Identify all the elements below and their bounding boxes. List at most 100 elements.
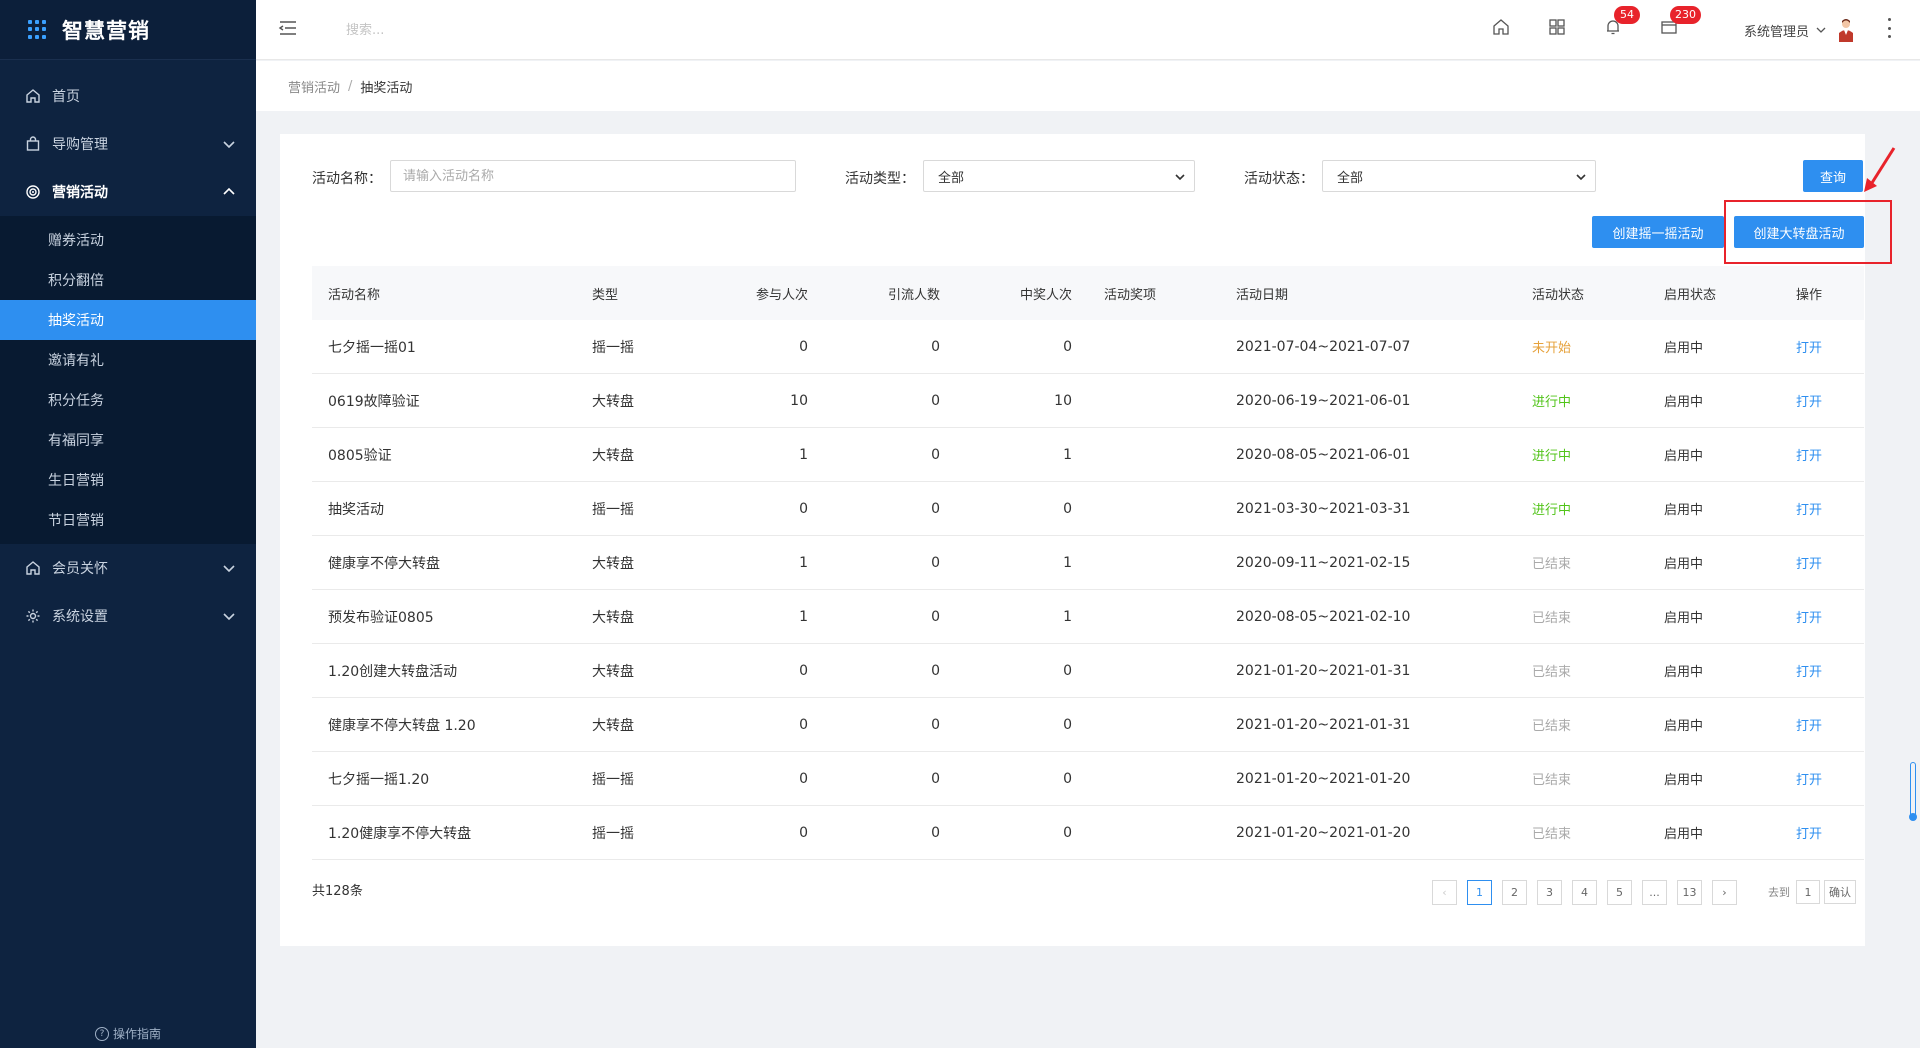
pagination: ‹ 1 2 3 4 5 ... 13 › [1432,880,1747,905]
user-menu[interactable]: 系统管理员 [1744,18,1855,42]
breadcrumb-parent[interactable]: 营销活动 [288,77,340,96]
prev-page-button[interactable]: ‹ [1432,880,1457,905]
table-row: 1.20健康享不停大转盘 摇一摇 0 0 0 2021-01-20~2021-01-20 已… [312,806,1864,860]
cell-participants: 1 [799,554,808,571]
grid-logo-icon [28,19,48,40]
open-link[interactable]: 打开 [1780,823,1864,842]
bell-icon[interactable]: 54 [1604,6,1640,38]
cell-name: 1.20创建大转盘活动 [328,663,458,680]
activity-type-value: 全部 [938,170,965,186]
sidebar-item-coupon[interactable]: 赠券活动 [0,220,256,260]
gear-icon [24,607,42,625]
home-icon [24,559,42,577]
cell-date: 2021-01-20~2021-01-31 [1236,662,1411,679]
page-button[interactable]: 13 [1677,880,1702,905]
column-header: 参与人次 [755,287,808,303]
cell-winners: 10 [1054,392,1072,409]
open-link[interactable]: 打开 [1780,715,1864,734]
open-link[interactable]: 打开 [1780,445,1864,464]
sidebar-item-marketing[interactable]: 营销活动 [0,168,256,216]
page-button[interactable]: 2 [1502,880,1527,905]
avatar [1839,19,1854,42]
more-options-icon[interactable] [1886,18,1892,38]
open-link[interactable]: 打开 [1780,607,1864,626]
message-icon[interactable]: 230 [1660,6,1701,38]
page-button[interactable]: 4 [1572,880,1597,905]
cell-participants: 1 [799,608,808,625]
page-button[interactable]: 1 [1467,880,1492,905]
cell-type: 摇一摇 [592,771,634,788]
sidebar-item-label: 营销活动 [52,185,108,201]
status-badge: 已结束 [1532,611,1572,626]
query-button[interactable]: 查询 [1803,160,1863,192]
sidebar-item-member-care[interactable]: 会员关怀 [0,544,256,592]
activity-name-input[interactable] [390,160,796,192]
cell-winners: 0 [1063,338,1072,355]
breadcrumb-current: 抽奖活动 [360,80,413,96]
sidebar-item-home[interactable]: 首页 [0,72,256,120]
cell-date: 2020-06-19~2021-06-01 [1236,392,1411,409]
cell-winners: 0 [1063,716,1072,733]
open-link[interactable]: 打开 [1780,553,1864,572]
cell-date: 2020-08-05~2021-02-10 [1236,608,1411,625]
cell-date: 2020-08-05~2021-06-01 [1236,446,1411,463]
cell-enabled: 启用中 [1664,611,1704,626]
goto-confirm-button[interactable]: 确认 [1824,880,1856,904]
goto-page-input[interactable]: 1 [1796,880,1820,904]
open-link[interactable]: 打开 [1780,661,1864,680]
apps-grid-icon[interactable] [1548,18,1568,38]
open-link[interactable]: 打开 [1780,769,1864,788]
status-badge: 已结束 [1532,719,1572,734]
target-icon [24,183,42,201]
activity-status-select[interactable]: 全部 [1322,160,1596,192]
cell-leads: 0 [931,554,940,571]
column-header: 引流人数 [887,287,940,303]
sidebar-item-share[interactable]: 有福同享 [0,420,256,460]
page-button[interactable]: 5 [1607,880,1632,905]
sidebar-item-invite[interactable]: 邀请有礼 [0,340,256,380]
app-logo[interactable]: 智慧营销 [0,0,256,60]
open-link[interactable]: 打开 [1780,391,1864,410]
cell-winners: 0 [1063,770,1072,787]
home-icon [24,87,42,105]
page-button[interactable]: 3 [1537,880,1562,905]
sidebar-item-points-task[interactable]: 积分任务 [0,380,256,420]
search-input[interactable] [346,20,546,40]
total-count: 共128条 [312,884,363,899]
sidebar-item-label: 系统设置 [52,609,108,625]
breadcrumb-separator: / [348,78,353,94]
sidebar-item-holiday[interactable]: 节日营销 [0,500,256,540]
status-badge: 已结束 [1532,827,1572,842]
sidebar-item-guide[interactable]: 导购管理 [0,120,256,168]
sidebar-item-lottery[interactable]: 抽奖活动 [0,300,256,340]
scrollbar-handle[interactable] [1909,762,1917,821]
table-row: 1.20创建大转盘活动 大转盘 0 0 0 2021-01-20~2021-01-31 已结… [312,644,1864,698]
cell-winners: 1 [1063,608,1072,625]
notification-badge: 54 [1614,6,1640,24]
user-name: 系统管理员 [1744,24,1810,40]
cell-name: 预发布验证0805 [328,609,434,626]
create-shake-button[interactable]: 创建摇一摇活动 [1592,216,1724,248]
lottery-table: 活动名称 类型 参与人次 引流人数 中奖人次 活动奖项 活动日期 活动状态 启用… [312,266,1864,860]
help-guide-link[interactable]: ? 操作指南 [0,1025,256,1042]
column-header: 操作 [1796,287,1823,303]
status-badge: 已结束 [1532,665,1572,680]
next-page-button[interactable]: › [1712,880,1737,905]
sidebar-menu: 首页 导购管理 营销活动 赠券活动 积分翻倍 抽奖活动 邀请有礼 积分任务 有福… [0,60,256,640]
cell-participants: 0 [799,770,808,787]
menu-collapse-icon[interactable] [278,18,298,38]
open-link[interactable]: 打开 [1780,499,1864,518]
home-icon[interactable] [1492,18,1512,38]
table-body: 七夕摇一摇01 摇一摇 0 0 0 2021-07-04~2021-07-07 未开始 启用中… [312,320,1864,860]
table-row: 抽奖活动 摇一摇 0 0 0 2021-03-30~2021-03-31 进行中 启用中 打开 [312,482,1864,536]
sidebar-item-label: 导购管理 [52,137,108,153]
cell-name: 0805验证 [328,447,392,464]
status-badge: 未开始 [1532,341,1572,356]
page-ellipsis[interactable]: ... [1642,880,1667,905]
open-link[interactable]: 打开 [1780,337,1864,356]
sidebar-item-birthday[interactable]: 生日营销 [0,460,256,500]
sidebar-item-settings[interactable]: 系统设置 [0,592,256,640]
cell-name: 健康享不停大转盘 [328,555,440,572]
sidebar-item-points-double[interactable]: 积分翻倍 [0,260,256,300]
activity-type-select[interactable]: 全部 [923,160,1195,192]
